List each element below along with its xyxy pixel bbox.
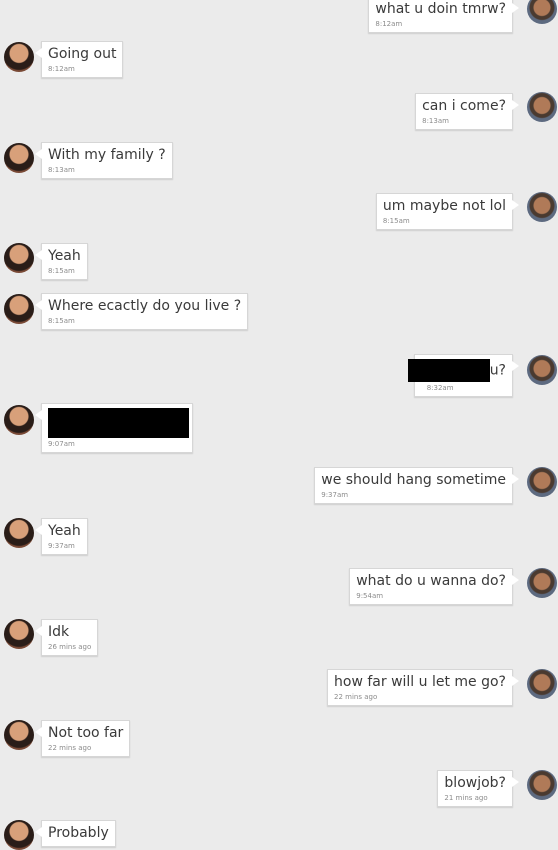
message-time: 8:15am <box>382 217 410 225</box>
message-time: 8:13am <box>422 117 449 125</box>
message-bubble: we should hang sometime 9:37am <box>314 467 519 504</box>
message-text: what do u wanna do? <box>356 573 506 589</box>
avatar[interactable] <box>4 42 34 72</box>
message-time: 21 mins ago <box>444 794 488 802</box>
avatar[interactable] <box>4 294 34 324</box>
message-time: 9:54am <box>356 592 384 600</box>
message-text <box>48 408 189 438</box>
message-text: u? <box>407 359 506 382</box>
avatar[interactable] <box>527 92 557 122</box>
avatar[interactable] <box>4 518 34 548</box>
message-time: 8:12am <box>375 20 403 28</box>
avatar[interactable] <box>527 0 557 24</box>
message-text: Not too far <box>48 725 124 741</box>
redaction-block <box>48 408 189 438</box>
message-text: Going out <box>48 46 117 62</box>
avatar[interactable] <box>527 192 557 222</box>
avatar[interactable] <box>527 770 557 800</box>
message-text: Idk <box>48 624 70 640</box>
message-text: blowjob? <box>444 775 506 791</box>
message-bubble: what do u wanna do? 9:54am <box>349 568 519 605</box>
avatar[interactable] <box>4 405 34 435</box>
message-time: 8:32am <box>426 384 454 392</box>
message-time: 9:07am <box>48 440 75 448</box>
message-bubble: can i come? 8:13am <box>415 93 519 130</box>
message-text: can i come? <box>422 98 506 114</box>
message-text-visible: u? <box>489 362 506 379</box>
message-bubble: Where ecactly do you live ? 8:15am <box>34 293 249 330</box>
avatar[interactable] <box>527 355 557 385</box>
avatar[interactable] <box>4 720 34 750</box>
message-text: With my family ? <box>48 147 166 163</box>
message-time: 8:15am <box>48 317 75 325</box>
message-bubble: Not too far 22 mins ago <box>34 720 131 757</box>
avatar[interactable] <box>527 669 557 699</box>
avatar[interactable] <box>4 143 34 173</box>
message-time: 22 mins ago <box>334 693 378 701</box>
message-time: 9:37am <box>48 542 75 550</box>
message-text: how far will u let me go? <box>334 674 506 690</box>
message-bubble: Going out 8:12am <box>34 41 124 78</box>
redaction-block <box>407 359 490 382</box>
message-text: Yeah <box>48 248 81 264</box>
avatar[interactable] <box>4 243 34 273</box>
message-bubble: Yeah 8:15am <box>35 243 88 280</box>
avatar[interactable] <box>4 619 34 649</box>
message-time: 9:37am <box>321 491 349 499</box>
message-bubble: Idk 26 mins ago <box>34 619 99 656</box>
avatar[interactable] <box>527 467 557 497</box>
message-time: 26 mins ago <box>48 643 92 651</box>
message-bubble: what u doin tmrw? 8:12am <box>368 0 519 33</box>
message-bubble: Yeah 9:37am <box>35 518 88 555</box>
message-text: what u doin tmrw? <box>375 1 506 17</box>
message-bubble: u? 8:32am <box>407 354 520 397</box>
message-time: 8:15am <box>48 267 75 275</box>
message-bubble: blowjob? 21 mins ago <box>437 770 519 807</box>
message-time: 8:12am <box>48 65 75 73</box>
message-text: Where ecactly do you live ? <box>48 298 242 314</box>
message-text: Probably <box>48 825 109 841</box>
avatar[interactable] <box>527 568 557 598</box>
message-bubble: um maybe not lol 8:15am <box>375 193 520 230</box>
message-text: we should hang sometime <box>321 472 506 488</box>
message-bubble: With my family ? 8:13am <box>35 142 173 179</box>
message-text: um maybe not lol <box>382 198 506 214</box>
message-bubble: 9:07am <box>35 403 193 453</box>
avatar[interactable] <box>4 820 34 850</box>
message-time: 22 mins ago <box>48 744 92 752</box>
message-time: 8:13am <box>48 166 75 174</box>
message-text: Yeah <box>48 523 81 539</box>
message-bubble: how far will u let me go? 22 mins ago <box>327 669 519 706</box>
